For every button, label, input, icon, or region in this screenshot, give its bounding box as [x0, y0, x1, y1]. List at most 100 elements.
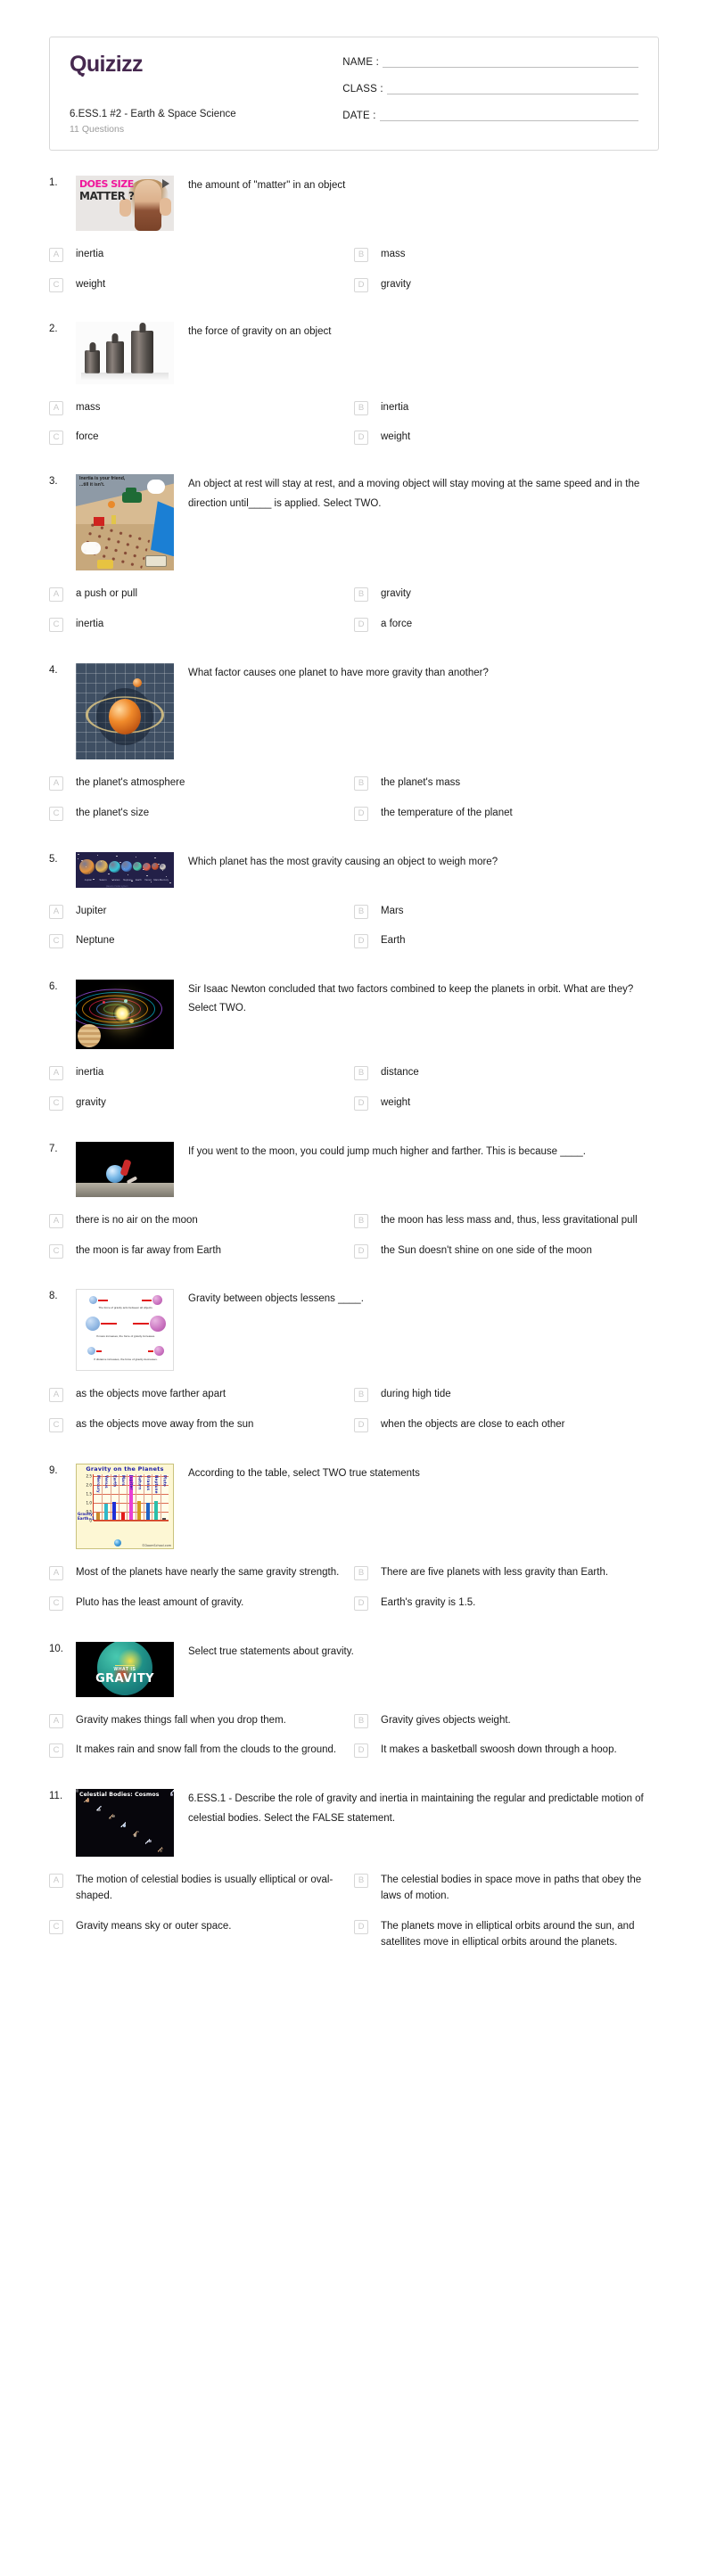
answer-option-c[interactable]: C Gravity means sky or outer space.: [49, 1912, 354, 1958]
option-key-box[interactable]: D: [354, 806, 368, 821]
answer-option-a[interactable]: Aa push or pull: [49, 579, 354, 610]
answer-option-d[interactable]: Dthe Sun doesn't shine on one side of th…: [354, 1236, 659, 1267]
answer-option-b[interactable]: Bmass: [354, 240, 659, 270]
answer-option-c[interactable]: Cthe planet's size: [49, 799, 354, 829]
answer-option-c[interactable]: C It makes rain and snow fall from the cl…: [49, 1735, 354, 1766]
option-key-box[interactable]: B: [354, 1066, 368, 1081]
option-key-box[interactable]: C: [49, 806, 63, 821]
option-key-box[interactable]: D: [354, 618, 368, 633]
option-key-box[interactable]: A: [49, 400, 63, 415]
answer-option-b[interactable]: B Gravity gives objects weight.: [354, 1706, 659, 1736]
answer-options: Athere is no air on the moon Bthe moon ha…: [49, 1206, 659, 1267]
student-info-fields: NAME : CLASS : DATE :: [342, 53, 638, 137]
option-key-box[interactable]: A: [49, 587, 63, 603]
answer-option-d[interactable]: Dgravity: [354, 270, 659, 300]
option-label: Mars: [381, 905, 404, 916]
option-key-box[interactable]: B: [354, 248, 368, 262]
answer-option-a[interactable]: A Jupiter: [49, 897, 354, 927]
option-key-box[interactable]: D: [354, 1418, 368, 1433]
answer-option-a[interactable]: A Gravity makes things fall when you drop…: [49, 1706, 354, 1736]
answer-option-d[interactable]: Dweight: [354, 422, 659, 453]
answer-option-d[interactable]: D Earth's gravity is 1.5.: [354, 1588, 659, 1619]
option-key-box[interactable]: B: [354, 1874, 368, 1889]
option-key-box[interactable]: D: [354, 1919, 368, 1934]
answer-option-a[interactable]: Athere is no air on the moon: [49, 1206, 354, 1236]
answer-option-c[interactable]: Cinertia: [49, 610, 354, 640]
answer-option-a[interactable]: Aas the objects move farther apart: [49, 1380, 354, 1410]
play-icon[interactable]: [162, 179, 169, 188]
answer-option-b[interactable]: Bduring high tide: [354, 1380, 659, 1410]
answer-option-c[interactable]: Cthe moon is far away from Earth: [49, 1236, 354, 1267]
option-key-box[interactable]: A: [49, 904, 63, 919]
option-key-box[interactable]: D: [354, 1243, 368, 1259]
answer-option-d[interactable]: D Earth: [354, 926, 659, 956]
option-key-box[interactable]: C: [49, 618, 63, 633]
option-key-box[interactable]: C: [49, 1743, 63, 1759]
answer-option-c[interactable]: C Neptune: [49, 926, 354, 956]
answer-option-b[interactable]: Bdistance: [354, 1058, 659, 1088]
answer-option-d[interactable]: Da force: [354, 610, 659, 640]
option-key-box[interactable]: C: [49, 1243, 63, 1259]
name-field-input[interactable]: [383, 56, 638, 68]
option-key-box[interactable]: C: [49, 1418, 63, 1433]
option-key-box[interactable]: D: [354, 934, 368, 949]
option-key-box[interactable]: A: [49, 1874, 63, 1889]
answer-option-a[interactable]: Athe planet's atmosphere: [49, 768, 354, 799]
answer-option-a[interactable]: A The motion of celestial bodies is usual…: [49, 1866, 354, 1912]
option-key-box[interactable]: B: [354, 1388, 368, 1403]
answer-option-d[interactable]: D The planets move in elliptical orbits a…: [354, 1912, 659, 1958]
answer-option-c[interactable]: Cweight: [49, 270, 354, 300]
answer-option-c[interactable]: Cgravity: [49, 1088, 354, 1119]
option-key-box[interactable]: A: [49, 248, 63, 262]
answer-option-d[interactable]: D It makes a basketball swoosh down throu…: [354, 1735, 659, 1766]
option-key-box[interactable]: B: [354, 587, 368, 603]
answer-option-b[interactable]: Binertia: [354, 393, 659, 423]
option-key-box[interactable]: B: [354, 775, 368, 791]
question-text: 6.ESS.1 - Describe the role of gravity a…: [188, 1793, 644, 1824]
answer-option-b[interactable]: B Mars: [354, 897, 659, 927]
option-key-box[interactable]: A: [49, 1388, 63, 1403]
answer-option-b[interactable]: B The celestial bodies in space move in p…: [354, 1866, 659, 1912]
question-number: 9.: [49, 1465, 58, 1476]
option-key-box[interactable]: A: [49, 1566, 63, 1580]
answer-options: Athe planet's atmosphere Bthe planet's ma…: [49, 768, 659, 829]
question-item: 4. What factor causes one planet to have…: [49, 662, 659, 829]
option-key-box[interactable]: D: [354, 1596, 368, 1611]
option-key-box[interactable]: B: [354, 1566, 368, 1580]
option-key-box[interactable]: C: [49, 934, 63, 949]
option-key-box[interactable]: A: [49, 1066, 63, 1081]
answer-option-b[interactable]: B There are five planets with less gravit…: [354, 1558, 659, 1588]
answer-option-d[interactable]: Dweight: [354, 1088, 659, 1119]
answer-option-c[interactable]: Cforce: [49, 422, 354, 453]
answer-option-a[interactable]: Ainertia: [49, 1058, 354, 1088]
option-key-box[interactable]: A: [49, 1213, 63, 1228]
option-key-box[interactable]: D: [354, 277, 368, 292]
answer-option-a[interactable]: Ainertia: [49, 240, 354, 270]
answer-option-b[interactable]: Bthe planet's mass: [354, 768, 659, 799]
option-key-box[interactable]: C: [49, 1095, 63, 1111]
answer-option-c[interactable]: C Pluto has the least amount of gravity.: [49, 1588, 354, 1619]
answer-option-c[interactable]: Cas the objects move away from the sun: [49, 1410, 354, 1440]
answer-option-a[interactable]: Amass: [49, 393, 354, 423]
option-key-box[interactable]: B: [354, 904, 368, 919]
option-key-box[interactable]: D: [354, 1743, 368, 1759]
option-key-box[interactable]: A: [49, 775, 63, 791]
option-key-box[interactable]: D: [354, 1095, 368, 1111]
answer-option-b[interactable]: Bgravity: [354, 579, 659, 610]
option-key-box[interactable]: C: [49, 1596, 63, 1611]
option-key-box[interactable]: A: [49, 1713, 63, 1728]
option-key-box[interactable]: B: [354, 1713, 368, 1728]
date-field-input[interactable]: [379, 110, 638, 121]
option-key-box[interactable]: C: [49, 277, 63, 292]
answer-option-d[interactable]: Dwhen the objects are close to each othe…: [354, 1410, 659, 1440]
option-key-box[interactable]: C: [49, 431, 63, 446]
option-key-box[interactable]: B: [354, 1213, 368, 1228]
class-field-input[interactable]: [386, 83, 638, 94]
option-key-box[interactable]: B: [354, 400, 368, 415]
option-label: the planet's size: [76, 807, 150, 818]
answer-option-d[interactable]: Dthe temperature of the planet: [354, 799, 659, 829]
answer-option-a[interactable]: A Most of the planets have nearly the sam…: [49, 1558, 354, 1588]
answer-option-b[interactable]: Bthe moon has less mass and, thus, less …: [354, 1206, 659, 1236]
option-key-box[interactable]: D: [354, 431, 368, 446]
option-key-box[interactable]: C: [49, 1919, 63, 1934]
